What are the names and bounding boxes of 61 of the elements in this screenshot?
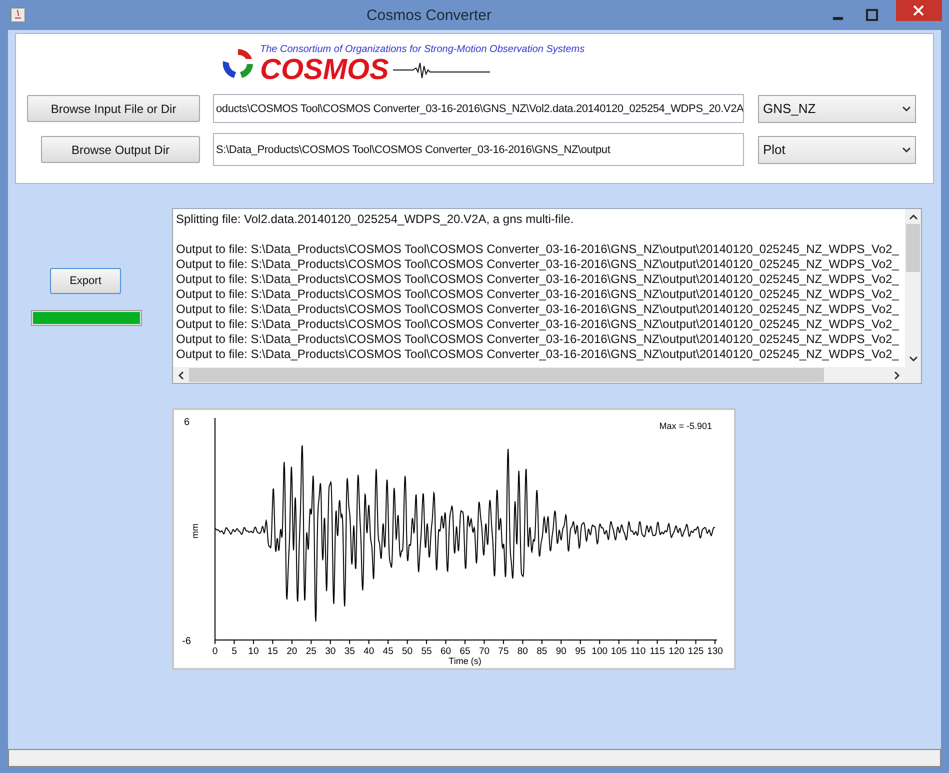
x-tick-label: 90: [556, 646, 566, 657]
max-value-label: Max = -5.901: [659, 421, 712, 431]
browse-output-button[interactable]: Browse Output Dir: [41, 136, 200, 163]
chevron-down-icon: [902, 106, 911, 112]
x-tick-label: 100: [592, 646, 608, 657]
logo-tagline: The Consortium of Organizations for Strong-Motion Observation Systems: [260, 44, 585, 54]
x-tick-label: 95: [575, 646, 586, 657]
window-title: Cosmos Converter: [365, 6, 493, 24]
x-tick-label: 10: [248, 646, 259, 657]
x-tick-label: 80: [517, 646, 528, 657]
x-tick-label: 0: [212, 646, 218, 657]
y-axis-min: -6: [182, 636, 191, 647]
chevron-left-icon: [178, 370, 184, 380]
x-tick-label: 105: [610, 646, 627, 657]
x-tick-label: 50: [402, 646, 413, 657]
x-tick-label: 115: [650, 646, 665, 657]
x-tick-label: 35: [344, 646, 355, 657]
x-tick-label: 85: [536, 646, 548, 657]
y-axis-max: 6: [184, 417, 190, 428]
log-line: Output to file: S:\Data_Products\COSMOS Tool\COSMOS Converter_03-16-2016\GNS_NZ\output\20140120_025245_NZ_WDPS_Vo2_: [176, 347, 900, 362]
x-axis-label: Time (s): [448, 656, 482, 666]
x-tick-label: 5: [232, 646, 237, 657]
x-tick-label: 60: [440, 646, 452, 657]
export-button[interactable]: Export: [50, 268, 121, 294]
log-line: Output to file: S:\Data_Products\COSMOS Tool\COSMOS Converter_03-16-2016\GNS_NZ\output\20140120_025245_NZ_WDPS_Vo2_: [176, 302, 900, 317]
browse-input-button[interactable]: Browse Input File or Dir: [27, 95, 200, 122]
log-line: Output to file: S:\Data_Products\COSMOS Tool\COSMOS Converter_03-16-2016\GNS_NZ\output\20140120_025245_NZ_WDPS_Vo2_: [176, 287, 900, 302]
x-tick-label: 45: [382, 646, 394, 657]
x-tick-label: 70: [478, 646, 490, 657]
x-tick-label: 130: [707, 646, 723, 657]
x-tick-label: 65: [460, 646, 470, 657]
x-tick-label: 40: [364, 646, 374, 657]
x-tick-label: 25: [306, 646, 316, 657]
log-line: Output to file: S:\Data_Products\COSMOS Tool\COSMOS Converter_03-16-2016\GNS_NZ\output\20140120_025245_NZ_WDPS_Vo2_: [176, 332, 900, 347]
x-tick-label: 120: [668, 646, 684, 657]
x-tick-label: 30: [325, 646, 336, 657]
chevron-right-icon: [894, 370, 900, 380]
x-tick-label: 125: [688, 646, 704, 657]
log-line: Output to file: S:\Data_Products\COSMOS Tool\COSMOS Converter_03-16-2016\GNS_NZ\output\20140120_025245_NZ_WDPS_Vo2_: [176, 272, 900, 287]
x-tick-label: 75: [498, 646, 509, 657]
y-axis-label: mm: [190, 524, 200, 538]
vertical-scrollbar[interactable]: [905, 209, 921, 367]
close-icon[interactable]: [896, 0, 942, 21]
log-line: Splitting file: Vol2.data.20140120_025254_WDPS_20.V2A, a gns multi-file.: [176, 212, 575, 227]
logo-wordmark: COSMOS: [260, 54, 389, 84]
mode-dropdown[interactable]: Plot: [758, 136, 916, 164]
log-line: Output to file: S:\Data_Products\COSMOS Tool\COSMOS Converter_03-16-2016\GNS_NZ\output\20140120_025245_NZ_WDPS_Vo2_: [176, 242, 900, 257]
format-dropdown[interactable]: GNS_NZ: [758, 94, 916, 122]
x-tick-label: 15: [267, 646, 278, 657]
maximize-icon[interactable]: [866, 9, 878, 21]
output-path-field[interactable]: S:\Data_Products\COSMOS Tool\COSMOS Converter_03-16-2016\GNS_NZ\output: [213, 133, 744, 166]
java-app-icon: [10, 7, 26, 23]
x-tick-label: 55: [421, 646, 432, 657]
chevron-up-icon: [908, 214, 918, 220]
x-tick-label: 20: [286, 646, 298, 657]
chevron-down-icon: [908, 356, 918, 362]
x-tick-label: 110: [630, 646, 646, 657]
log-line: Output to file: S:\Data_Products\COSMOS Tool\COSMOS Converter_03-16-2016\GNS_NZ\output\20140120_025245_NZ_WDPS_Vo2_: [176, 257, 900, 272]
chevron-down-icon: [902, 146, 911, 152]
horizontal-scrollbar[interactable]: [173, 367, 905, 383]
log-line: Output to file: S:\Data_Products\COSMOS Tool\COSMOS Converter_03-16-2016\GNS_NZ\output\20140120_025245_NZ_WDPS_Vo2_: [176, 317, 900, 332]
